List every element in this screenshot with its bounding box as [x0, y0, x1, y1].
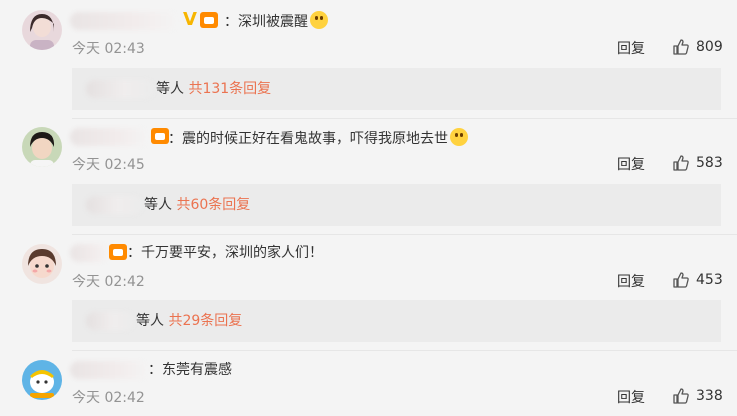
sub-replies-summary: 等人 共60条回复 — [144, 197, 251, 213]
thumbs-up-icon — [673, 39, 689, 55]
username-blurred[interactable] — [70, 244, 110, 262]
like-button[interactable]: 338 — [672, 387, 723, 405]
like-button[interactable]: 453 — [672, 271, 723, 289]
like-button[interactable]: 583 — [672, 154, 723, 172]
comment-text: ：千万要平安，深圳的家人们！ — [127, 245, 323, 261]
divider — [72, 118, 737, 119]
like-count: 583 — [696, 155, 723, 171]
fan-badge-icon — [151, 128, 169, 144]
comment-text: ：深圳被震醒 — [224, 11, 328, 31]
fan-badge-icon — [109, 244, 127, 260]
sub-replies-summary: 等人 共29条回复 — [136, 313, 243, 329]
reply-button[interactable]: 回复 — [617, 271, 645, 291]
thumbs-up-icon — [673, 272, 689, 288]
divider — [72, 350, 737, 351]
avatar[interactable] — [22, 244, 62, 284]
emoji-icon — [450, 128, 468, 146]
reply-button[interactable]: 回复 — [617, 154, 645, 174]
reply-button[interactable]: 回复 — [617, 38, 645, 58]
like-button[interactable]: 809 — [672, 38, 723, 56]
sub-reply-users-blurred — [86, 80, 154, 98]
reply-count-link[interactable]: 共29条回复 — [168, 313, 242, 329]
thumbs-up-icon — [673, 155, 689, 171]
sub-reply-users-blurred — [86, 312, 134, 330]
fan-badge-icon — [199, 12, 218, 28]
sub-replies-summary: 等人 共131条回复 — [156, 81, 272, 97]
avatar[interactable] — [22, 10, 62, 50]
like-count: 809 — [696, 39, 723, 55]
comment-time: 今天 02:45 — [72, 157, 145, 173]
comment-time: 今天 02:42 — [72, 274, 145, 290]
like-count: 453 — [696, 272, 723, 288]
sub-replies-box[interactable]: 等人 共60条回复 — [72, 184, 721, 226]
divider — [72, 234, 737, 235]
user-badges — [151, 128, 169, 144]
comment-time: 今天 02:43 — [72, 41, 145, 57]
username-blurred[interactable] — [70, 12, 180, 30]
sub-replies-box[interactable]: 等人 共29条回复 — [72, 300, 721, 342]
thumbs-up-icon — [673, 388, 689, 404]
username-blurred[interactable] — [70, 128, 150, 146]
like-count: 338 — [696, 388, 723, 404]
user-badges: V — [183, 11, 218, 29]
user-badges — [109, 244, 127, 260]
comment-time: 今天 02:42 — [72, 390, 145, 406]
reply-count-link[interactable]: 共131条回复 — [188, 81, 271, 97]
avatar[interactable] — [22, 127, 62, 167]
username-blurred[interactable] — [70, 361, 150, 379]
reply-count-link[interactable]: 共60条回复 — [176, 197, 250, 213]
comment-text: ：东莞有震感 — [148, 362, 232, 378]
emoji-icon — [310, 11, 328, 29]
v-verified-badge-icon: V — [183, 9, 197, 30]
reply-button[interactable]: 回复 — [617, 387, 645, 407]
avatar[interactable] — [22, 360, 62, 400]
sub-reply-users-blurred — [86, 196, 142, 214]
comment-text: ：震的时候正好在看鬼故事，吓得我原地去世 — [168, 128, 468, 148]
sub-replies-box[interactable]: 等人 共131条回复 — [72, 68, 721, 110]
